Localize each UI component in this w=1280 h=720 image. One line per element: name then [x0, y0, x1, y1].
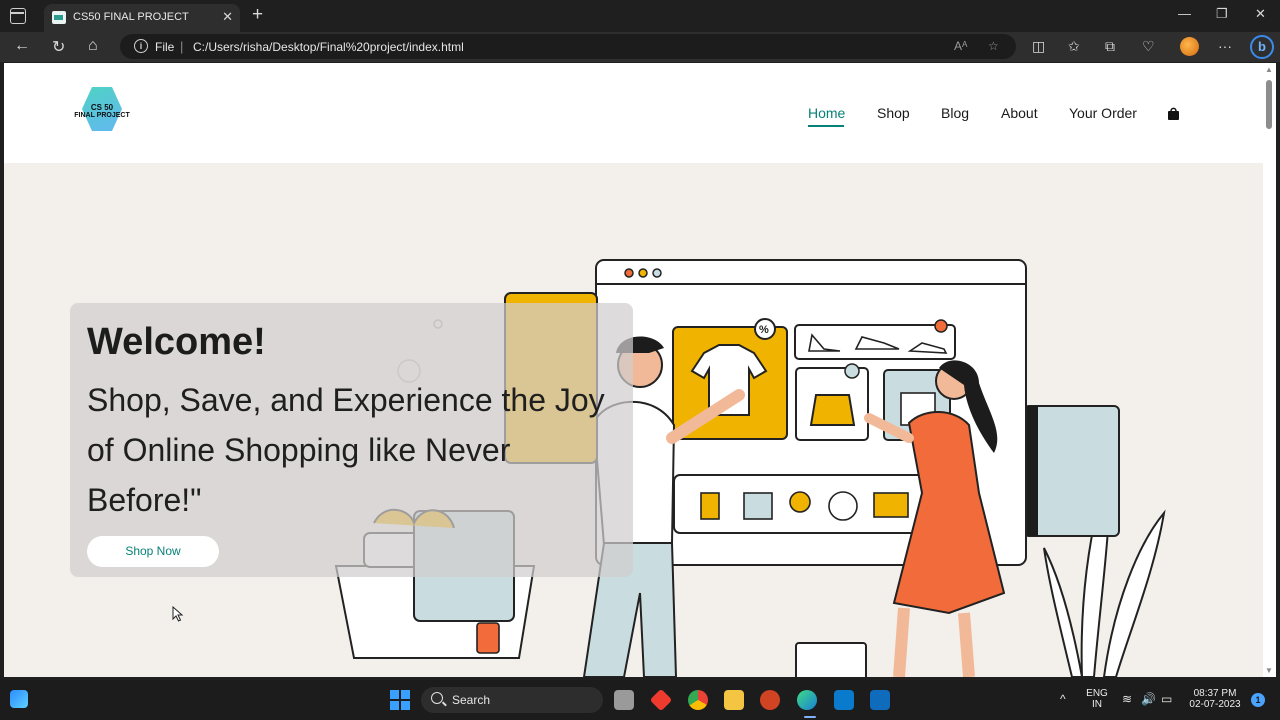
refresh-icon[interactable]: ↻ — [52, 37, 65, 57]
taskbar-search[interactable]: Search — [421, 687, 603, 713]
back-icon[interactable]: ← — [14, 37, 30, 55]
search-icon — [431, 692, 443, 704]
hero-subtitle: Shop, Save, and Experience the Joy of On… — [87, 382, 605, 518]
tab-actions-icon[interactable] — [10, 8, 26, 24]
taskbar-search-label: Search — [452, 693, 491, 707]
wifi-icon[interactable]: ≋ — [1122, 692, 1132, 706]
hero-title: Welcome! — [87, 321, 266, 363]
tab-close-icon[interactable]: ✕ — [222, 9, 233, 25]
address-scheme-label: File — [155, 40, 175, 54]
shop-now-button[interactable]: Shop Now — [87, 536, 219, 567]
widgets-icon[interactable] — [10, 690, 28, 708]
page-scrollbar[interactable]: ▲ ▼ — [1263, 63, 1276, 677]
svg-text:%: % — [759, 324, 769, 336]
browser-tab[interactable]: CS50 FINAL PROJECT ✕ — [44, 4, 240, 32]
input-language-line2: IN — [1092, 699, 1102, 710]
window-restore-icon[interactable]: ❐ — [1216, 6, 1228, 22]
mouse-cursor-icon — [172, 606, 184, 622]
favorites-icon[interactable]: ✩ — [1068, 38, 1080, 55]
git-app-icon[interactable] — [649, 688, 673, 712]
input-language[interactable]: ENG IN — [1084, 688, 1110, 710]
tray-overflow-icon[interactable]: ^ — [1060, 692, 1066, 706]
nav-home[interactable]: Home — [808, 105, 845, 121]
edge-icon[interactable] — [797, 690, 817, 710]
nav-shop[interactable]: Shop — [877, 105, 910, 121]
split-screen-icon[interactable]: ◫ — [1032, 38, 1045, 55]
battery-icon[interactable]: ▭ — [1161, 692, 1172, 706]
logo-line1: CS 50 — [90, 103, 114, 112]
tab-favicon-icon — [52, 11, 66, 24]
browser-essentials-icon[interactable]: ♡ — [1142, 38, 1155, 55]
more-options-icon[interactable]: ··· — [1218, 38, 1232, 54]
clock[interactable]: 08:37 PM 02-07-2023 — [1186, 688, 1244, 710]
file-explorer-icon[interactable] — [724, 690, 744, 710]
vscode-icon[interactable] — [834, 690, 854, 710]
windows-taskbar: Search ^ ENG IN ≋ 🔊 ▭ 08:37 PM 02-07-202… — [0, 680, 1280, 720]
address-bar[interactable]: i File | C:/Users/risha/Desktop/Final%20… — [120, 34, 1016, 59]
edge-active-indicator — [804, 716, 816, 718]
powerpoint-icon[interactable] — [760, 690, 780, 710]
clock-time: 08:37 PM — [1193, 688, 1237, 699]
scroll-up-icon[interactable]: ▲ — [1265, 65, 1273, 74]
chrome-icon[interactable] — [688, 690, 708, 710]
address-url[interactable]: C:/Users/risha/Desktop/Final%20project/i… — [193, 40, 464, 54]
hero-card: Welcome! Shop, Save, and Experience the … — [70, 303, 633, 577]
scrollbar-thumb[interactable] — [1266, 80, 1272, 129]
tab-title: CS50 FINAL PROJECT — [73, 11, 189, 23]
read-aloud-icon[interactable]: Aᴬ — [954, 39, 967, 53]
nav-blog[interactable]: Blog — [941, 105, 969, 121]
collections-icon[interactable]: ⧉ — [1105, 38, 1115, 55]
window-close-icon[interactable]: ✕ — [1255, 6, 1266, 22]
home-icon[interactable]: ⌂ — [88, 37, 98, 55]
window-minimize-icon[interactable]: — — [1178, 6, 1191, 21]
site-header: CS 50 FINAL PROJECT Home Shop Blog About… — [4, 63, 1263, 163]
notification-icon[interactable]: 1 — [1251, 693, 1265, 707]
start-windows-icon[interactable] — [390, 690, 410, 710]
nav-about[interactable]: About — [1001, 105, 1038, 121]
task-view-icon[interactable] — [614, 690, 634, 710]
input-language-line1: ENG — [1086, 688, 1108, 699]
scroll-down-icon[interactable]: ▼ — [1265, 666, 1273, 675]
browser-toolbar: ← ↻ ⌂ i File | C:/Users/risha/Desktop/Fi… — [0, 32, 1280, 62]
outlook-icon[interactable] — [870, 690, 890, 710]
logo-line2: FINAL PROJECT — [74, 112, 130, 119]
shopping-bag-icon[interactable] — [1167, 107, 1180, 120]
nav-active-underline — [808, 125, 844, 127]
profile-avatar[interactable] — [1180, 37, 1199, 56]
nav-your-order[interactable]: Your Order — [1069, 105, 1137, 121]
volume-icon[interactable]: 🔊 — [1141, 692, 1156, 706]
site-info-icon[interactable]: i — [134, 39, 148, 53]
address-separator: | — [180, 39, 184, 54]
page-viewport: % CS 50 FINAL PROJECT Home Shop Blog Abo… — [4, 63, 1263, 677]
new-tab-icon[interactable]: + — [252, 5, 263, 25]
browser-tab-bar: CS50 FINAL PROJECT ✕ + — ❐ ✕ — [0, 0, 1280, 32]
bing-copilot-icon[interactable]: b — [1250, 35, 1274, 59]
clock-date: 02-07-2023 — [1189, 699, 1241, 710]
site-logo[interactable]: CS 50 FINAL PROJECT — [67, 87, 137, 133]
favorite-star-icon[interactable]: ☆ — [988, 39, 999, 53]
